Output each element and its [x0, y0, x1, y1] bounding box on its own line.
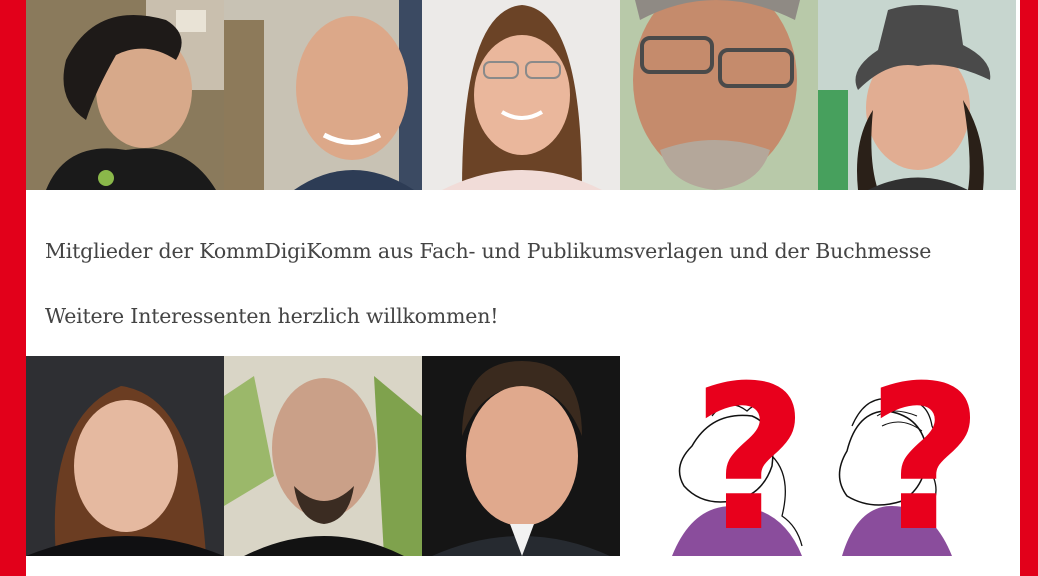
member-photo-3 — [422, 0, 620, 190]
member-photo-6 — [26, 356, 224, 556]
question-mark-icon: ? — [867, 356, 983, 556]
member-photo-4 — [620, 0, 818, 190]
member-photo-8 — [422, 356, 620, 556]
member-photos-top — [26, 0, 1016, 190]
member-photos-bottom — [26, 356, 620, 556]
members-caption: Mitglieder der KommDigiKomm aus Fach- un… — [45, 239, 932, 263]
welcome-caption: Weitere Interessenten herzlich willkomme… — [45, 304, 499, 328]
question-mark-icon: ? — [692, 356, 808, 556]
member-photo-7 — [224, 356, 422, 556]
member-photo-5 — [818, 0, 1016, 190]
member-photo-2 — [224, 0, 422, 190]
member-photo-1 — [26, 0, 224, 190]
open-positions-illustration: ? ? — [632, 356, 1020, 556]
page-content: Mitglieder der KommDigiKomm aus Fach- un… — [26, 0, 1020, 576]
